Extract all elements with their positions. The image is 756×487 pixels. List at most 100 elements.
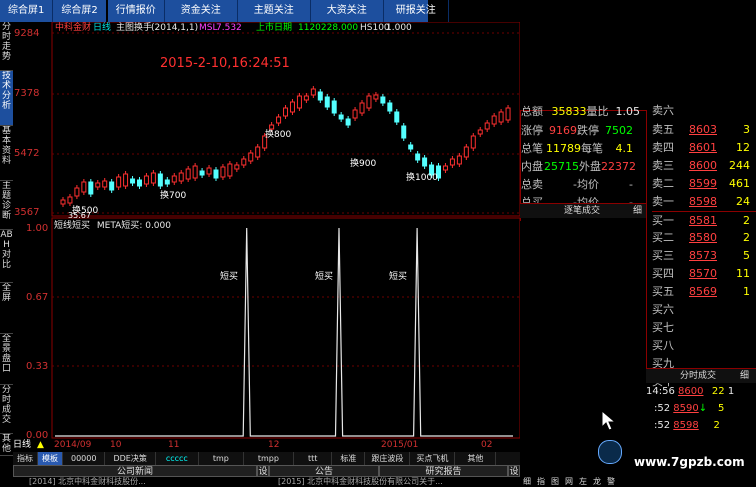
announcement-tab[interactable]: 公告 [269, 465, 379, 477]
candle-body [498, 111, 504, 123]
period-label: 日线 [93, 23, 112, 33]
tab-big-fund-focus[interactable]: 大资关注 [311, 0, 384, 22]
indicator-tick-label: 0.67 [26, 292, 49, 303]
candle-body [143, 175, 149, 185]
quote-row: 总额 35833量比 1.05 [521, 105, 640, 118]
tab-fund-focus[interactable]: 资金关注 [165, 0, 238, 22]
btab-00000[interactable]: 00000 [63, 452, 106, 465]
btab-tmp[interactable]: tmp [199, 452, 244, 465]
btab-dde[interactable]: DDE决策 [105, 452, 156, 465]
timestamp-label: 2015-2-10,16:24:51 [160, 56, 290, 71]
vtab-ticks[interactable]: 分时成交 [0, 385, 13, 434]
candle-body [116, 176, 122, 188]
btab-band[interactable]: 跟庄波段 [365, 452, 411, 465]
tab-research-focus[interactable]: 研报关注 [384, 0, 449, 22]
news-item[interactable]: [2014] 北京中科金财科技股份... [29, 477, 146, 487]
btab-standard[interactable]: 标准 [332, 452, 366, 465]
trade-row: :52 8590↓ 5 [654, 403, 725, 414]
ask-row[interactable]: 卖一 8598 24 [652, 193, 750, 211]
ask-row[interactable]: 卖五 8603 3 [652, 121, 750, 139]
candle-body [102, 180, 108, 188]
tab-screen1[interactable]: 综合屏1 [0, 0, 54, 22]
vtab-abh[interactable]: ABH对比 [0, 230, 13, 283]
side-tab[interactable]: 图 [548, 477, 562, 487]
period-arrow-icon[interactable]: ▲ [37, 439, 44, 451]
side-tab[interactable]: 网 [562, 477, 576, 487]
candle-body [491, 115, 497, 125]
candle-body [463, 146, 469, 158]
candle-body [81, 181, 87, 193]
company-news-tab[interactable]: 公司新闻 [13, 465, 257, 477]
period-indicator[interactable]: 日线 [13, 439, 31, 451]
vtab-other[interactable]: 其他 [0, 434, 13, 456]
side-tab[interactable]: 警 [604, 477, 618, 487]
candle-body [185, 168, 191, 180]
candle-body [449, 158, 455, 166]
btab-indicator[interactable]: 指标 [13, 452, 38, 465]
msl-value: 7.532 [216, 23, 242, 33]
price-tick-label: 9284 [14, 28, 40, 39]
time-sales-header[interactable]: 分时成交 细 [646, 368, 756, 383]
side-tab[interactable]: 龙 [590, 477, 604, 487]
research-report-tab[interactable]: 研究报告 [379, 465, 508, 477]
left-tab-strip: 分时走势 技术分析 基本资料 主题诊断 ABH对比 全屏 全景盘口 分时成交 其… [0, 22, 13, 456]
trade-row: :52 8598 2 [654, 420, 720, 431]
news-bar: 公司新闻 设 公告 研究报告 设 [13, 465, 520, 477]
bid-row[interactable]: 买七 [652, 319, 674, 337]
listed-label: 上市日期 [256, 23, 293, 33]
bid-row[interactable]: 买五 8569 1 [652, 283, 750, 301]
ask-row[interactable]: 卖四 8601 12 [652, 139, 750, 157]
bid-row[interactable]: 买二 8580 2 [652, 229, 750, 247]
bid-row[interactable]: 买六 [652, 301, 674, 319]
candle-annotation: 换900 [350, 159, 377, 169]
bid-row[interactable]: 买四 8570 11 [652, 265, 750, 283]
btab-other[interactable]: 其他 [455, 452, 497, 465]
tab-screen2[interactable]: 综合屏2 [53, 0, 108, 22]
news-item[interactable]: [2015] 北京中科金财科技股份有限公司关于... [278, 477, 443, 487]
quote-row: 涨停 9169跌停 7502 [521, 124, 633, 137]
vtab-panorama[interactable]: 全景盘口 [0, 334, 13, 385]
tab-quotes[interactable]: 行情报价 [108, 0, 165, 22]
vtab-intraday[interactable]: 分时走势 [0, 22, 13, 71]
bid-row[interactable]: 买一 8581 2 [652, 211, 756, 230]
btab-template[interactable]: 模板 [38, 452, 63, 465]
vtab-diagnosis[interactable]: 主题诊断 [0, 181, 13, 230]
quote-row: 内盘25715外盘22372 [521, 160, 636, 173]
ask-row[interactable]: 卖三 8600 244 [652, 157, 750, 175]
candle-body [380, 96, 386, 104]
candle-body [456, 155, 462, 165]
x-tick-label: 10 [110, 440, 122, 450]
candle-body [60, 199, 66, 205]
vtab-technical[interactable]: 技术分析 [0, 71, 13, 126]
bid-row[interactable]: 买八 [652, 337, 674, 355]
x-tick-label: 12 [268, 440, 280, 450]
signal-label: 短买 [315, 272, 334, 282]
news-settings-button[interactable]: 设 [257, 465, 269, 477]
indicator-name: 主图换手 [116, 23, 153, 33]
candle-body [283, 107, 289, 117]
candle-body [477, 129, 483, 135]
btab-tmpp[interactable]: tmpp [244, 452, 294, 465]
site-logo-icon [598, 440, 622, 464]
candle-body [88, 181, 94, 195]
bid-row[interactable]: 买三 8573 5 [652, 247, 750, 265]
btab-buypoint[interactable]: 买点飞机 [410, 452, 456, 465]
btab-ccccc[interactable]: ccccc [156, 452, 199, 465]
price-tick-label: 5472 [14, 148, 40, 159]
side-tab[interactable]: 细 [520, 477, 534, 487]
chart-area[interactable] [13, 22, 520, 452]
side-tab[interactable]: 左 [576, 477, 590, 487]
candle-body [213, 169, 219, 179]
vtab-fullscreen[interactable]: 全屏 [0, 283, 13, 334]
report-settings-button[interactable]: 设 [508, 465, 520, 477]
candle-body [303, 95, 309, 101]
vtab-fundamentals[interactable]: 基本资料 [0, 126, 13, 181]
tab-theme-focus[interactable]: 主题关注 [238, 0, 311, 22]
ask-row[interactable]: 卖二 8599 461 [652, 175, 750, 193]
candle-body [255, 146, 261, 158]
ask-row[interactable]: 卖六 [652, 102, 674, 120]
tick-trade-header[interactable]: 逐笔成交 细 [520, 203, 646, 218]
side-tab[interactable]: 指 [534, 477, 548, 487]
btab-ttt[interactable]: ttt [294, 452, 333, 465]
side-tab-bar: 细 指 图 网 左 龙 警 [520, 477, 656, 487]
